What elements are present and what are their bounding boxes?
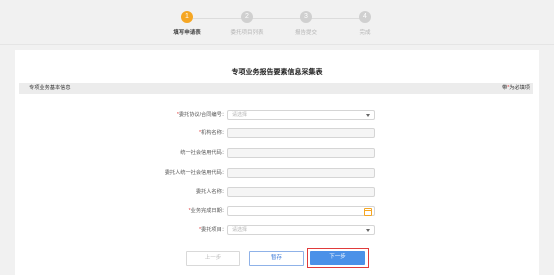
- section-header: 专项业务基本信息 带*为必填项: [19, 83, 533, 94]
- required-note: 带*为必填项: [502, 83, 530, 94]
- form-card: 专项业务报告要素信息采集表 专项业务基本信息 带*为必填项 *委托协议/合同编号…: [15, 50, 539, 275]
- field-label: 委托人名称：: [195, 189, 227, 195]
- step-label: 填写申请表: [173, 30, 201, 36]
- field-label: *机构名称：: [199, 128, 227, 139]
- select-placeholder: 请选择: [232, 112, 248, 118]
- field-label-text: 委托协议/合同编号：: [178, 112, 227, 118]
- form-title: 专项业务报告要素信息采集表: [231, 69, 323, 76]
- step-3: 3 报告提交: [276, 11, 336, 36]
- field-row-project: *委托项目： 请选择: [15, 225, 539, 236]
- chevron-down-icon: [366, 114, 370, 117]
- field-row-org-name: *机构名称：: [15, 128, 539, 139]
- org-name-input[interactable]: [227, 128, 375, 138]
- completion-date-picker[interactable]: [227, 206, 375, 216]
- next-button-highlight: 下一步: [307, 248, 369, 268]
- step-number: 4: [359, 11, 371, 23]
- required-note-suffix: 为必填项: [509, 85, 530, 91]
- field-label: *委托项目：: [199, 225, 227, 236]
- step-label: 委托项目列表: [230, 30, 264, 36]
- calendar-icon[interactable]: [364, 208, 372, 216]
- step-number: 3: [300, 11, 312, 23]
- step-1: 1 填写申请表: [157, 11, 217, 36]
- step-4: 4 完成: [335, 11, 395, 36]
- contract-number-select[interactable]: 请选择: [227, 110, 375, 120]
- step-number: 1: [181, 11, 193, 23]
- field-row-completion-date: *业务完成日期：: [15, 206, 539, 217]
- field-row-client-credit-code: 委托人统一社会信用代码：: [15, 168, 539, 179]
- select-placeholder: 请选择: [232, 227, 248, 233]
- step-2: 2 委托项目列表: [217, 11, 277, 36]
- field-label: *业务完成日期：: [189, 206, 227, 217]
- next-step-button[interactable]: 下一步: [310, 251, 365, 265]
- section-title: 专项业务基本信息: [29, 85, 71, 91]
- prev-step-button[interactable]: 上一步: [186, 251, 240, 266]
- step-label: 报告提交: [294, 30, 317, 36]
- field-label-text: 机构名称：: [201, 130, 227, 136]
- field-label-text: 委托项目：: [201, 227, 227, 233]
- field-label: *委托协议/合同编号：: [177, 110, 227, 121]
- header-divider: [0, 44, 554, 45]
- step-label: 完成: [359, 30, 371, 36]
- client-name-input[interactable]: [227, 187, 375, 197]
- progress-stepper: 1 填写申请表 2 委托项目列表 3 报告提交 4 完成: [0, 0, 554, 44]
- client-credit-code-input[interactable]: [227, 168, 375, 178]
- field-label-text: 业务完成日期：: [190, 208, 227, 214]
- field-label: 委托人统一社会信用代码：: [164, 170, 227, 176]
- field-row-client-name: 委托人名称：: [15, 187, 539, 198]
- project-select[interactable]: 请选择: [227, 225, 375, 235]
- field-label: 统一社会信用代码：: [180, 150, 227, 156]
- chevron-down-icon: [366, 229, 370, 232]
- field-row-contract-number: *委托协议/合同编号： 请选择: [15, 110, 539, 121]
- credit-code-input[interactable]: [227, 148, 375, 158]
- field-row-credit-code: 统一社会信用代码：: [15, 148, 539, 159]
- save-draft-button[interactable]: 暂存: [249, 251, 304, 266]
- step-number: 2: [241, 11, 253, 23]
